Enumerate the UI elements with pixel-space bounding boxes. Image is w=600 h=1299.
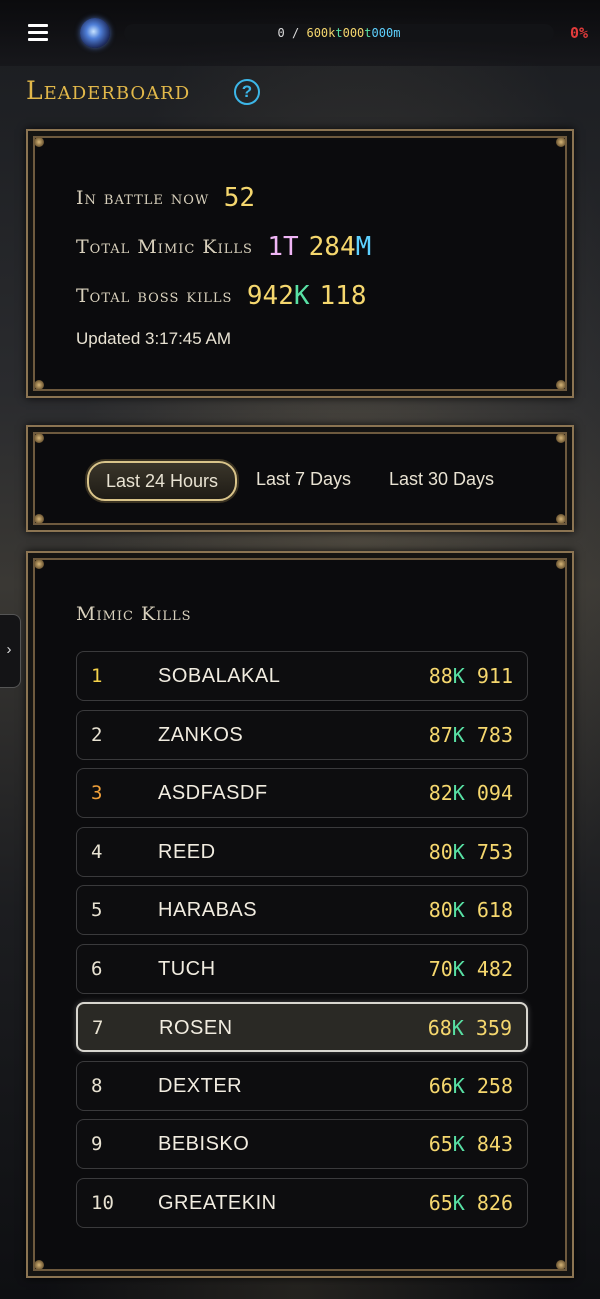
row-score: 65K 843 [428,1132,513,1156]
leaderboard-row[interactable]: 6 TUCH 70K 482 [76,943,528,994]
row-player-name: TUCH [158,957,216,980]
row-score: 87K 783 [428,722,513,747]
page-title: Leaderboard [26,76,191,105]
avatar-orb-icon[interactable] [80,18,110,48]
progress-total-part: 600k [306,26,336,40]
row-player-name: SOBALAKAL [158,665,281,687]
in-battle-value: 52 [223,183,256,213]
board-title: Mimic Kills [76,603,192,625]
leaderboard-row-current-player[interactable]: 7 ROSEN 68K 359 [76,1002,528,1052]
menu-icon[interactable] [28,22,52,42]
leaderboard-panel: Mimic Kills 1 SOBALAKAL 88K 911 2 ZANKOS… [26,551,574,1278]
mimic-kills-row: Total Mimic Kills 1T 284M [76,232,371,262]
progress-total-part: t [364,26,372,40]
updated-timestamp: Updated 3:17:45 AM [76,329,232,348]
leaderboard-row[interactable]: 8 DEXTER 66K 258 [76,1060,528,1111]
mimic-kills-value-trillions: 1T [267,232,299,262]
row-player-name: ZANKOS [158,723,244,746]
row-rank: 4 [91,840,103,863]
progress-text: 0 / 600kt000t000m [124,24,554,42]
leaderboard-row[interactable]: 5 HARABAS 80K 618 [76,885,528,935]
row-score: 80K 753 [428,839,513,864]
progress-separator: / [284,26,307,40]
in-battle-label: In battle now [76,187,210,209]
row-score: 65K 826 [428,1190,513,1215]
row-score: 82K 094 [428,781,513,805]
boss-kills-value-units: 118 [319,281,367,311]
leaderboard-row[interactable]: 10 GREATEKIN 65K 826 [76,1177,528,1228]
leaderboard-row[interactable]: 3 ASDFASDF 82K 094 [76,768,528,818]
row-rank: 9 [91,1133,103,1155]
row-score: 88K 911 [428,664,513,688]
mimic-kills-unit: M [355,232,372,262]
row-player-name: GREATEKIN [158,1191,277,1214]
progress-current: 0 [277,26,285,40]
top-bar: 0 / 600kt000t000m 0% [0,0,600,66]
mimic-kills-value-millions: 284 [308,232,356,262]
row-rank: 8 [91,1074,103,1097]
global-progress-bar: 0 / 600kt000t000m [124,24,554,42]
tab-last-24-hours[interactable]: Last 24 Hours [87,461,237,501]
row-score: 70K 482 [428,956,513,981]
mimic-kills-label: Total Mimic Kills [76,236,253,258]
row-rank: 1 [91,665,103,687]
leaderboard-row[interactable]: 9 BEBISKO 65K 843 [76,1119,528,1169]
progress-total-part: t [335,26,343,40]
row-score: 68K 359 [427,1016,512,1040]
row-rank: 5 [91,899,103,921]
leaderboard-list: 1 SOBALAKAL 88K 911 2 ZANKOS 87K 783 3 A… [76,651,528,1236]
in-battle-row: In battle now 52 [76,183,255,213]
row-player-name: DEXTER [158,1074,243,1097]
row-score: 80K 618 [428,898,513,922]
row-rank: 2 [91,723,103,746]
chevron-right-icon[interactable]: › [0,614,21,688]
row-rank: 6 [91,957,103,980]
row-rank: 10 [91,1191,114,1214]
leaderboard-row[interactable]: 2 ZANKOS 87K 783 [76,709,528,760]
row-player-name: HARABAS [158,899,258,921]
time-range-tabs: Last 24 Hours Last 7 Days Last 30 Days [26,425,574,532]
boss-kills-unit: K [293,281,310,311]
help-icon[interactable]: ? [234,79,260,105]
stats-panel: In battle now 52 Total Mimic Kills 1T 284… [26,129,574,398]
tab-last-7-days[interactable]: Last 7 Days [256,461,351,497]
row-player-name: ROSEN [159,1017,233,1039]
row-score: 66K 258 [428,1073,513,1098]
row-rank: 7 [92,1017,104,1039]
boss-kills-value-thousands: 942 [246,281,294,311]
boss-kills-row: Total boss kills 942K 118 [76,281,367,311]
boss-kills-label: Total boss kills [76,285,233,307]
tab-last-30-days[interactable]: Last 30 Days [389,461,494,497]
progress-total-part: 000 [342,26,365,40]
row-player-name: BEBISKO [158,1133,250,1155]
leaderboard-row[interactable]: 1 SOBALAKAL 88K 911 [76,651,528,701]
row-player-name: REED [158,840,216,863]
row-rank: 3 [91,782,103,804]
row-player-name: ASDFASDF [158,782,268,804]
progress-total-part: 000m [371,26,401,40]
leaderboard-row[interactable]: 4 REED 80K 753 [76,826,528,877]
progress-percent: 0% [569,24,588,42]
